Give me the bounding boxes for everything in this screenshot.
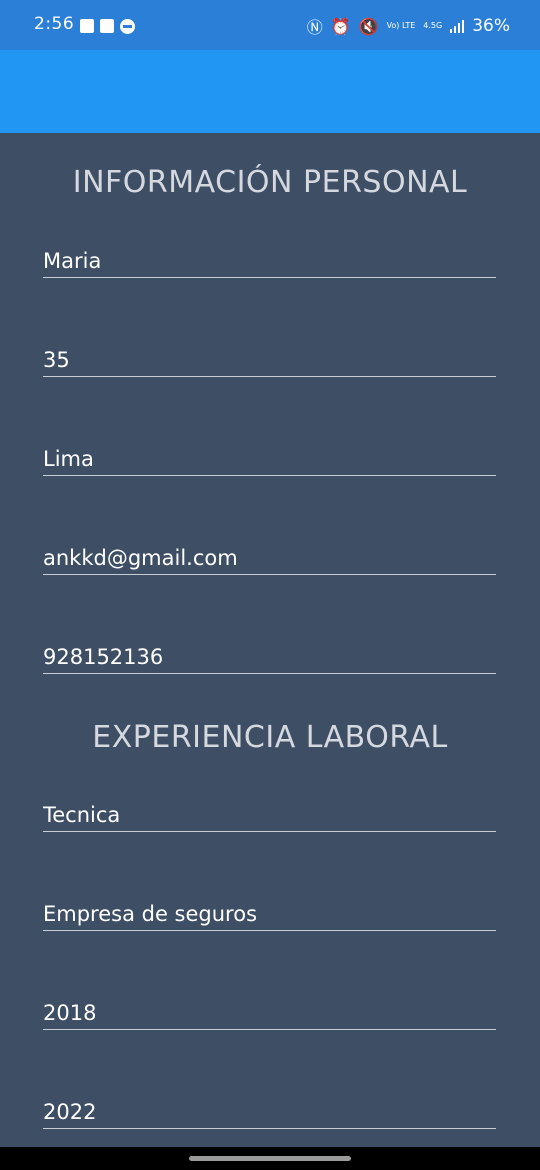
personal-info-title: INFORMACIÓN PERSONAL <box>72 165 468 200</box>
status-time: 2:56 <box>34 14 75 34</box>
age-field[interactable] <box>43 340 496 377</box>
end-year-field[interactable] <box>43 1092 496 1129</box>
alarm-icon: ⏰ <box>330 16 351 36</box>
city-input[interactable] <box>43 447 496 471</box>
file-icon <box>80 19 94 33</box>
name-field[interactable] <box>43 241 496 278</box>
mute-icon: 🔇 <box>358 16 379 36</box>
email-input[interactable] <box>43 546 496 570</box>
name-input[interactable] <box>43 249 496 273</box>
city-field[interactable] <box>43 439 496 476</box>
company-field[interactable] <box>43 894 496 931</box>
email-field[interactable] <box>43 538 496 575</box>
battery-level: 36% <box>472 16 510 36</box>
nfc-icon: Ⓝ <box>306 18 323 37</box>
phone-field[interactable] <box>43 637 496 674</box>
volte-indicator: Vo) LTE <box>386 21 416 30</box>
position-input[interactable] <box>43 803 496 827</box>
network-type: 4.5G <box>423 21 443 30</box>
image-icon <box>100 19 114 33</box>
position-field[interactable] <box>43 795 496 832</box>
status-bar: 2:56 Ⓝ ⏰ 🔇 Vo) LTE 4.5G 36% <box>0 0 540 50</box>
work-experience-title: EXPERIENCIA LABORAL <box>92 720 448 755</box>
navigation-bar <box>0 1147 540 1170</box>
age-input[interactable] <box>43 348 496 372</box>
signal-icon <box>450 19 465 33</box>
start-year-field[interactable] <box>43 993 496 1030</box>
company-input[interactable] <box>43 902 496 926</box>
status-system-icons: Ⓝ ⏰ 🔇 Vo) LTE 4.5G 36% <box>307 14 510 38</box>
home-gesture-handle[interactable] <box>189 1156 351 1161</box>
end-year-input[interactable] <box>43 1100 496 1124</box>
start-year-input[interactable] <box>43 1001 496 1025</box>
phone-input[interactable] <box>43 645 496 669</box>
app-bar <box>0 50 540 133</box>
status-notification-icons <box>80 19 135 34</box>
do-not-disturb-icon <box>120 19 135 34</box>
